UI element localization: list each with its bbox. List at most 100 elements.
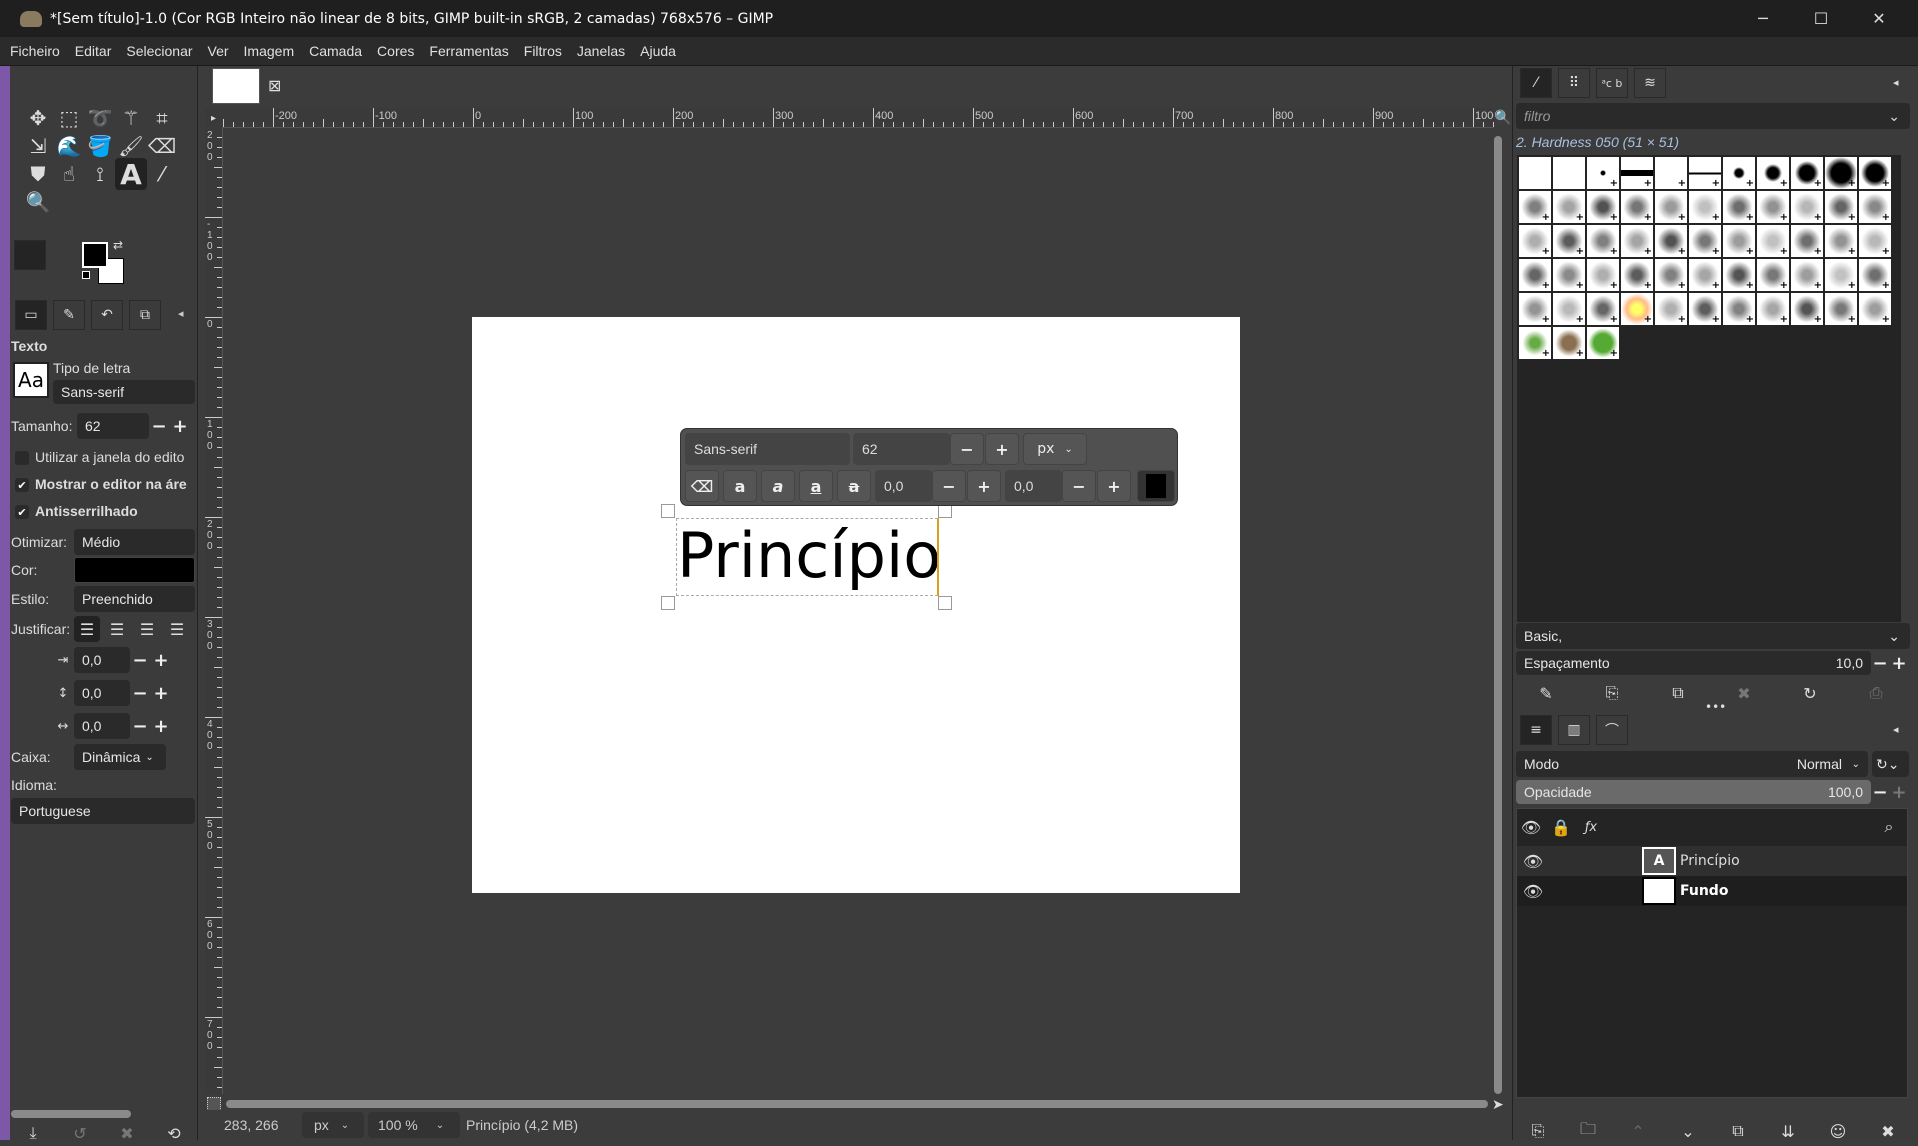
brush-thumbnail[interactable]: + [1654,292,1688,326]
brush-thumbnail[interactable]: + [1518,190,1552,224]
brush-thumbnail[interactable]: + [1824,258,1858,292]
brush-thumbnail[interactable]: + [1722,190,1756,224]
kerning-increase-button[interactable]: + [1097,470,1131,502]
baseline-field[interactable]: 0,0 [875,470,932,502]
close-button[interactable]: ✕ [1850,0,1908,37]
justify-left-icon[interactable]: ☰ [74,616,100,642]
brush-thumbnail[interactable]: + [1756,292,1790,326]
merge-layer-icon[interactable]: ⇊ [1775,1118,1801,1144]
kerning-field[interactable]: 0,0 [1005,470,1062,502]
color-picker-tool-button[interactable]: ⁄ [146,158,178,190]
toolbox-scrollbar[interactable] [11,1110,131,1118]
menu-ferramentas[interactable]: Ferramentas [429,43,508,59]
brush-tag-input[interactable]: Basic, ⌄ [1516,623,1910,649]
brush-thumbnail[interactable]: + [1824,156,1858,190]
brush-thumbnail[interactable]: + [1552,258,1586,292]
unit-select[interactable]: px ⌄ [302,1112,364,1138]
indent-input[interactable]: 0,0 [74,647,130,673]
font-preview-button[interactable]: Aa [13,362,49,398]
opacity-decrease-button[interactable]: − [1871,779,1889,805]
menu-cores[interactable]: Cores [377,43,414,59]
size-increase-button[interactable]: + [171,413,189,439]
brush-thumbnail[interactable]: + [1756,258,1790,292]
navigate-icon[interactable] [207,1097,221,1111]
brush-thumbnail[interactable]: + [1586,326,1620,360]
brush-thumbnail[interactable]: + [1688,190,1722,224]
layer-row[interactable]: 👁 A Princípio [1517,846,1907,876]
foreground-color-swatch[interactable] [82,242,108,268]
show-editor-checkbox[interactable]: ✔ [15,478,29,492]
edit-brush-icon[interactable]: ✎ [1533,680,1559,706]
duplicate-layer-icon[interactable]: ⧉ [1725,1118,1751,1144]
clear-style-button[interactable]: ⌫ [685,470,719,502]
brush-thumbnail[interactable] [1518,156,1552,190]
style-select[interactable]: Preenchido [74,586,195,612]
size-decrease-button[interactable]: − [150,413,168,439]
tab-device-status[interactable]: ✎ [53,300,85,330]
size-decrease-button[interactable]: − [950,433,984,465]
brush-thumbnail[interactable]: + [1552,292,1586,326]
brush-thumbnail[interactable]: + [1790,292,1824,326]
brush-thumbnail[interactable]: + [1552,190,1586,224]
resize-handle-bottom-right[interactable] [938,596,952,610]
brush-thumbnail[interactable]: + [1654,190,1688,224]
brush-thumbnail[interactable]: + [1518,292,1552,326]
tab-brushes[interactable]: ⁄ [1520,68,1552,98]
brush-thumbnail[interactable]: + [1858,224,1892,258]
brush-thumbnail[interactable]: + [1654,258,1688,292]
brush-thumbnail[interactable]: + [1620,258,1654,292]
opacity-slider[interactable]: Opacidade 100,0 [1516,780,1871,804]
brush-thumbnail[interactable]: + [1552,326,1586,360]
brush-thumbnail[interactable]: + [1688,292,1722,326]
use-editor-checkbox[interactable] [15,451,29,465]
brush-thumbnail[interactable]: + [1688,258,1722,292]
brush-thumbnail[interactable]: + [1722,258,1756,292]
text-tool-button[interactable]: A [115,158,147,191]
brush-thumbnail[interactable]: + [1756,224,1790,258]
new-brush-icon[interactable]: ⎘ [1599,680,1625,706]
brush-thumbnail[interactable]: + [1586,156,1620,190]
baseline-increase-button[interactable]: + [967,470,1001,502]
bold-button[interactable]: a [723,470,757,502]
text-layer-box[interactable]: Princípio [676,518,941,596]
brush-thumbnail[interactable]: + [1790,190,1824,224]
underline-button[interactable]: a [799,470,833,502]
panel-menu-icon[interactable]: ◂ [1893,76,1899,89]
brush-thumbnail[interactable]: + [1688,156,1722,190]
brush-filter-input[interactable]: filtro ⌄ [1516,103,1910,129]
spacing-slider[interactable]: Espaçamento 10,0 [1516,651,1871,675]
dock-separator-grip[interactable]: ••• [1705,700,1726,714]
paths-tool-button[interactable]: ⟟ [84,158,116,190]
brush-thumbnail[interactable]: + [1790,156,1824,190]
add-mask-icon[interactable]: ☺ [1825,1118,1851,1144]
antialias-checkbox[interactable]: ✔ [15,505,29,519]
brush-thumbnail[interactable]: + [1756,190,1790,224]
menu-ficheiro[interactable]: Ficheiro [10,43,60,59]
zoom-fit-icon[interactable]: 🔍 [1494,110,1511,126]
text-color-button[interactable] [74,557,195,583]
menu-camada[interactable]: Camada [309,43,362,59]
brush-thumbnail[interactable]: + [1518,224,1552,258]
brush-thumbnail[interactable]: + [1620,224,1654,258]
brush-thumbnail[interactable]: + [1586,224,1620,258]
menu-imagem[interactable]: Imagem [244,43,295,59]
brush-thumbnail[interactable]: + [1654,156,1688,190]
search-icon[interactable]: ⌕ [1876,814,1902,840]
menu-ajuda[interactable]: Ajuda [640,43,676,59]
size-increase-button[interactable]: + [985,433,1019,465]
restore-options-icon[interactable]: ↺ [67,1120,93,1146]
new-layer-group-icon[interactable]: 🗀 [1575,1118,1601,1144]
line-spacing-input[interactable]: 0,0 [74,680,130,706]
size-field[interactable]: 62 [853,433,950,465]
quick-mask-menu-icon[interactable]: ▸ [205,108,222,128]
tab-paths[interactable]: ⌒ [1596,715,1628,745]
brush-thumbnail[interactable]: + [1790,258,1824,292]
letter-spacing-decrease-button[interactable]: − [131,713,149,739]
baseline-decrease-button[interactable]: − [932,470,966,502]
resize-handle-top-left[interactable] [661,504,675,518]
brush-thumbnail[interactable]: + [1620,292,1654,326]
horizontal-scrollbar[interactable] [226,1100,1488,1108]
panel-menu-icon[interactable]: ◂ [178,307,184,320]
open-brush-as-image-icon[interactable]: ⎙ [1863,680,1889,706]
menu-selecionar[interactable]: Selecionar [126,43,192,59]
